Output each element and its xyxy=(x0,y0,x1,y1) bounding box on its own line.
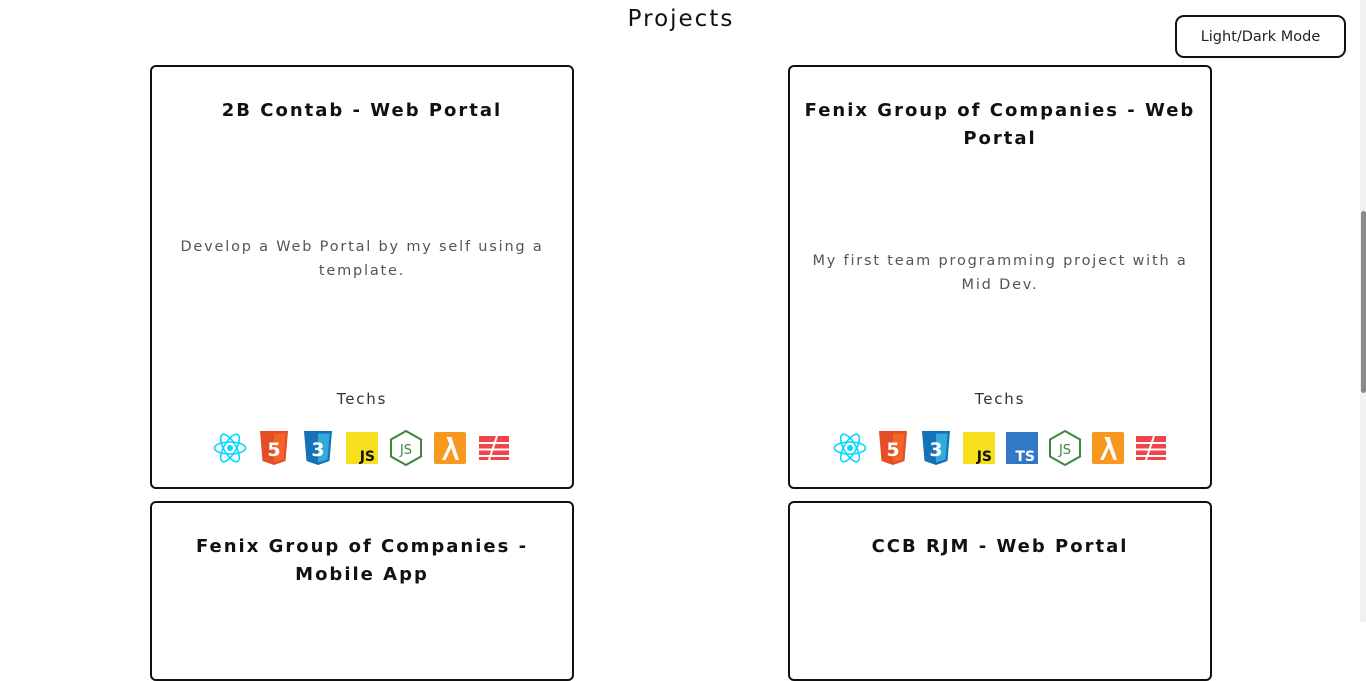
tech-icon-row xyxy=(152,429,572,467)
javascript-icon xyxy=(962,429,996,467)
nodejs-icon xyxy=(389,429,423,467)
project-title: Fenix Group of Companies - Mobile App xyxy=(195,536,529,585)
page-title: Projects xyxy=(627,6,735,32)
light-dark-mode-toggle[interactable]: Light/Dark Mode xyxy=(1175,15,1346,58)
aws-lambda-icon xyxy=(1091,429,1125,467)
laravel-icon xyxy=(477,429,511,467)
project-card: CCB RJM - Web Portal xyxy=(788,501,1212,681)
techs-label: Techs xyxy=(336,390,388,408)
html5-icon xyxy=(876,429,910,467)
scrollbar-thumb[interactable] xyxy=(1361,211,1366,393)
css3-icon xyxy=(301,429,335,467)
project-title: Fenix Group of Companies - Web Portal xyxy=(804,100,1196,149)
typescript-icon xyxy=(1005,429,1039,467)
project-card: Fenix Group of Companies - Web Portal My… xyxy=(788,65,1212,489)
project-title: 2B Contab - Web Portal xyxy=(221,100,503,121)
aws-lambda-icon xyxy=(433,429,467,467)
html5-icon xyxy=(257,429,291,467)
laravel-icon xyxy=(1134,429,1168,467)
project-description: My first team programming project with a… xyxy=(812,253,1188,293)
react-icon xyxy=(833,429,867,467)
tech-icon-row xyxy=(790,429,1210,467)
project-card: 2B Contab - Web Portal Develop a Web Por… xyxy=(150,65,574,489)
react-icon xyxy=(213,429,247,467)
project-card: Fenix Group of Companies - Mobile App xyxy=(150,501,574,681)
javascript-icon xyxy=(345,429,379,467)
nodejs-icon xyxy=(1048,429,1082,467)
project-description: Develop a Web Portal by my self using a … xyxy=(180,239,544,279)
techs-label: Techs xyxy=(974,390,1026,408)
project-title: CCB RJM - Web Portal xyxy=(871,536,1129,557)
css3-icon xyxy=(919,429,953,467)
